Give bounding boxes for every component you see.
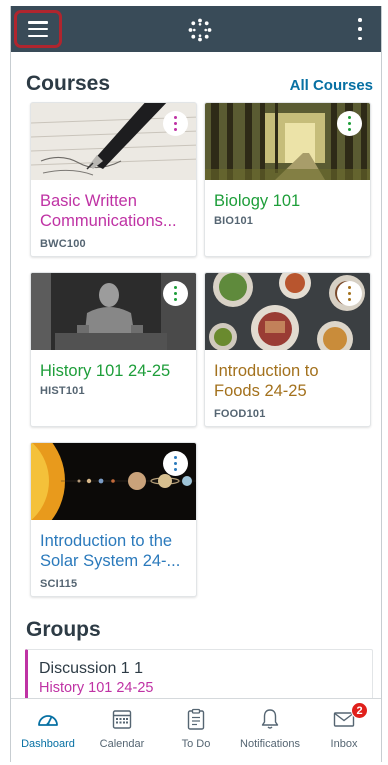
tab-calendar[interactable]: Calendar [85,699,159,762]
course-code: BWC100 [40,238,86,250]
course-options-button[interactable] [163,281,188,306]
course-name: Introduction to Foods 24-25 [214,362,319,400]
tab-label: Notifications [240,738,300,750]
calendar-icon [112,710,132,729]
tab-inbox[interactable]: 2 Inbox [307,699,381,762]
group-course-name: History 101 24-25 [39,680,154,696]
tab-label: To Do [181,738,211,750]
course-card-sci115[interactable]: Introduction to the Solar System 24-... … [30,442,197,597]
course-name: Basic Written Communications... [40,192,177,230]
canvas-logo-icon [188,18,212,42]
tab-label: Dashboard [21,738,75,750]
course-options-button[interactable] [163,451,188,476]
app-frame: Courses All Courses Basic Written Commun… [10,6,382,762]
bell-icon [261,709,279,729]
course-name: Biology 101 [214,192,301,210]
groups-heading: Groups [26,618,101,641]
more-options-button[interactable] [354,18,366,40]
tab-notifications[interactable]: Notifications [233,699,307,762]
tab-todo[interactable]: To Do [159,699,233,762]
group-name: Discussion 1 1 [39,660,144,677]
kebab-dot [358,27,362,31]
courses-heading: Courses [26,72,111,95]
all-courses-link[interactable]: All Courses [290,77,373,94]
tab-label: Calendar [99,738,145,750]
bottom-tab-bar: Dashboard Calendar To Do Notifications 2… [11,698,381,762]
course-name: History 101 24-25 [40,362,171,380]
course-code: FOOD101 [214,408,266,420]
kebab-dot [358,36,362,40]
tab-label: Inbox [330,738,358,750]
course-card-hist101[interactable]: History 101 24-25 HIST101 [30,272,197,427]
tab-dashboard[interactable]: Dashboard [11,699,85,762]
todo-clipboard-icon [187,708,205,730]
top-navigation-bar [11,6,381,52]
course-code: BIO101 [214,215,254,227]
course-card-bio101[interactable]: Biology 101 BIO101 [204,102,371,257]
course-options-button[interactable] [337,111,362,136]
course-name: Introduction to the Solar System 24-... [40,532,181,570]
course-code: HIST101 [40,385,85,397]
course-card-bwc100[interactable]: Basic Written Communications... BWC100 [30,102,197,257]
dashboard-icon [38,715,58,726]
inbox-unread-badge: 2 [351,702,368,719]
course-code: SCI115 [40,578,78,590]
course-options-button[interactable] [163,111,188,136]
course-card-food101[interactable]: Introduction to Foods 24-25 FOOD101 [204,272,371,427]
hamburger-menu-button[interactable] [14,10,62,48]
course-options-button[interactable] [337,281,362,306]
hamburger-menu-icon [28,21,48,37]
kebab-dot [358,18,362,22]
